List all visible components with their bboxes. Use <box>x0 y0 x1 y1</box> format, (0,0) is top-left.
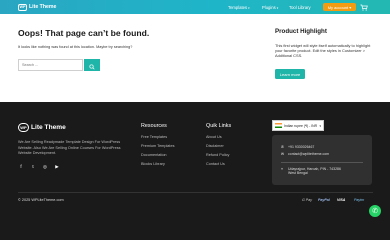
search-button[interactable] <box>84 59 100 71</box>
logo-mark: WP <box>18 3 27 11</box>
footer-logo[interactable]: WP Lite Theme <box>18 123 66 132</box>
footer-link-blocks-library[interactable]: Blocks Library <box>141 162 165 166</box>
copyright: © 2025 WPLiteTheme.com <box>18 198 64 202</box>
my-account-button[interactable]: My account ▾ <box>323 3 356 11</box>
footer-link-free-templates[interactable]: Free Templates <box>141 135 167 139</box>
social-links: f t ◎ ▶ <box>18 164 60 170</box>
instagram-icon[interactable]: ◎ <box>42 164 48 170</box>
chevron-down-icon: ▾ <box>248 5 250 10</box>
footer-link-premium-templates[interactable]: Premium Templates <box>141 144 174 148</box>
search-input[interactable] <box>18 59 83 71</box>
chevron-down-icon: ▾ <box>276 5 279 10</box>
footer-link-about-us[interactable]: About Us <box>206 135 222 139</box>
india-flag-icon <box>275 123 282 128</box>
visa-icon: VISA <box>337 198 346 202</box>
resources-title: Resources <box>141 123 167 129</box>
learn-more-button[interactable]: Learn more <box>275 69 305 79</box>
phone-icon: ✆ <box>281 145 285 149</box>
email-text: contact@wplitetheme.com <box>288 152 330 156</box>
footer-divider <box>18 192 373 193</box>
twitter-icon[interactable]: t <box>30 164 36 170</box>
footer-description: We Are Selling Readymade Template Design… <box>18 140 121 155</box>
nav-templates[interactable]: Templates▾ <box>228 5 250 10</box>
contact-email[interactable]: ✉ contact@wplitetheme.com <box>281 152 329 156</box>
footer-link-disclaimer[interactable]: Disclaimer <box>206 144 224 148</box>
contact-box: ✆ +91 9330026467 ✉ contact@wplitetheme.c… <box>272 135 372 185</box>
mail-icon: ✉ <box>281 152 285 156</box>
footer-link-refund-policy[interactable]: Refund Policy <box>206 153 229 157</box>
site-footer: WP Lite Theme We Are Selling Readymade T… <box>0 102 390 240</box>
address-text: Udayrajpur, Haroah, PIN - 743286 West Ben… <box>288 167 341 175</box>
main-content: Oops! That page can’t be found. It looks… <box>0 14 390 102</box>
cart-icon[interactable] <box>360 4 368 11</box>
phone-text: +91 9330026467 <box>288 145 315 149</box>
quick-links-title: Quik Links <box>206 123 232 129</box>
whatsapp-chat-button[interactable]: ✆ <box>369 205 381 217</box>
search-icon <box>89 58 95 73</box>
logo-text: Lite Theme <box>29 4 57 10</box>
footer-link-contact-us[interactable]: Contact Us <box>206 162 225 166</box>
paytm-icon: Paytm <box>354 198 365 202</box>
contact-divider <box>281 162 363 163</box>
chevron-down-icon: ▾ <box>349 4 352 10</box>
gpay-icon: G Pay <box>302 198 312 202</box>
site-header: WP Lite Theme Templates▾ Plugins▾ Tool L… <box>0 0 390 14</box>
site-logo[interactable]: WP Lite Theme <box>18 3 57 11</box>
contact-address: ⌖ Udayrajpur, Haroah, PIN - 743286 West B… <box>281 167 341 175</box>
paypal-icon: PayPal <box>318 198 330 202</box>
nav-plugins[interactable]: Plugins▾ <box>262 5 278 10</box>
logo-mark: WP <box>18 123 29 132</box>
widget-text: This first widget will style itself auto… <box>275 43 371 58</box>
nav-tool-library[interactable]: Tool Library <box>289 5 311 10</box>
chevron-down-icon: ▾ <box>319 123 321 128</box>
youtube-icon[interactable]: ▶ <box>54 164 60 170</box>
currency-selector[interactable]: Indian rupee (₹) - INR ▾ <box>272 120 324 131</box>
footer-link-documentation[interactable]: Documentation <box>141 153 167 157</box>
widget-title: Product Highlight <box>275 28 327 35</box>
facebook-icon[interactable]: f <box>18 164 24 170</box>
whatsapp-icon: ✆ <box>372 208 378 215</box>
not-found-message: It looks like nothing was found at this … <box>18 45 133 49</box>
page-title: Oops! That page can’t be found. <box>18 28 150 38</box>
logo-text: Lite Theme <box>31 124 66 131</box>
location-icon: ⌖ <box>281 167 284 171</box>
contact-phone[interactable]: ✆ +91 9330026467 <box>281 145 314 149</box>
currency-label: Indian rupee (₹) - INR <box>284 123 318 128</box>
